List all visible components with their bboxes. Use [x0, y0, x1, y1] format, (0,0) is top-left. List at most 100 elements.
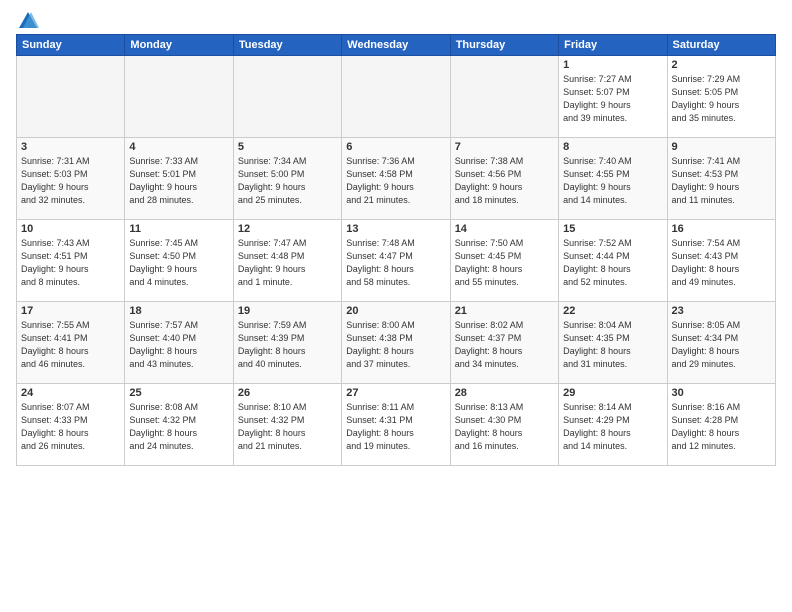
header: [16, 12, 776, 28]
calendar-cell: 6 Sunrise: 7:36 AM Sunset: 4:58 PM Daylig…: [342, 138, 450, 220]
calendar-cell: 17Sunrise: 7:55 AM Sunset: 4:41 PM Dayli…: [17, 302, 125, 384]
calendar-cell: 29 Sunrise: 8:14 AM Sunset: 4:29 PM Dayli…: [559, 384, 667, 466]
day-info: Sunrise: 7:36 AM Sunset: 4:58 PM Dayligh…: [346, 155, 445, 207]
day-info: Sunrise: 7:27 AM Sunset: 5:07 PM Dayligh…: [563, 73, 662, 125]
day-info: Sunrise: 7:31 AM Sunset: 5:03 PM Dayligh…: [21, 155, 120, 207]
day-info: Sunrise: 8:16 AM Sunset: 4:28 PM Dayligh…: [672, 401, 771, 453]
calendar-cell: [17, 56, 125, 138]
day-number: 4: [129, 141, 228, 153]
calendar-cell: 22 Sunrise: 8:04 AM Sunset: 4:35 PM Dayli…: [559, 302, 667, 384]
calendar-cell: 8 Sunrise: 7:40 AM Sunset: 4:55 PM Daylig…: [559, 138, 667, 220]
week-row-3: 10 Sunrise: 7:43 AM Sunset: 4:51 PM Dayli…: [17, 220, 776, 302]
day-number: 5: [238, 141, 337, 153]
day-info: Sunrise: 8:04 AM Sunset: 4:35 PM Dayligh…: [563, 319, 662, 371]
day-number: 14: [455, 223, 554, 235]
day-number: 2: [672, 59, 771, 71]
day-number: 22: [563, 305, 662, 317]
day-info: Sunrise: 7:40 AM Sunset: 4:55 PM Dayligh…: [563, 155, 662, 207]
day-info: Sunrise: 8:07 AM Sunset: 4:33 PM Dayligh…: [21, 401, 120, 453]
day-number: 24: [21, 387, 120, 399]
calendar-cell: 20Sunrise: 8:00 AM Sunset: 4:38 PM Dayli…: [342, 302, 450, 384]
calendar-cell: 23Sunrise: 8:05 AM Sunset: 4:34 PM Dayli…: [667, 302, 775, 384]
day-number: 20: [346, 305, 445, 317]
calendar-cell: 7 Sunrise: 7:38 AM Sunset: 4:56 PM Daylig…: [450, 138, 558, 220]
day-info: Sunrise: 7:43 AM Sunset: 4:51 PM Dayligh…: [21, 237, 120, 289]
day-number: 16: [672, 223, 771, 235]
day-info: Sunrise: 8:02 AM Sunset: 4:37 PM Dayligh…: [455, 319, 554, 371]
calendar-cell: 26Sunrise: 8:10 AM Sunset: 4:32 PM Dayli…: [233, 384, 341, 466]
day-info: Sunrise: 7:48 AM Sunset: 4:47 PM Dayligh…: [346, 237, 445, 289]
day-number: 30: [672, 387, 771, 399]
day-number: 3: [21, 141, 120, 153]
calendar-cell: 30 Sunrise: 8:16 AM Sunset: 4:28 PM Dayli…: [667, 384, 775, 466]
calendar-cell: 3 Sunrise: 7:31 AM Sunset: 5:03 PM Daylig…: [17, 138, 125, 220]
calendar-cell: 1 Sunrise: 7:27 AM Sunset: 5:07 PM Daylig…: [559, 56, 667, 138]
day-number: 17: [21, 305, 120, 317]
week-row-2: 3 Sunrise: 7:31 AM Sunset: 5:03 PM Daylig…: [17, 138, 776, 220]
day-number: 29: [563, 387, 662, 399]
col-header-tuesday: Tuesday: [233, 35, 341, 56]
day-info: Sunrise: 8:14 AM Sunset: 4:29 PM Dayligh…: [563, 401, 662, 453]
calendar-cell: 25 Sunrise: 8:08 AM Sunset: 4:32 PM Dayli…: [125, 384, 233, 466]
day-info: Sunrise: 7:52 AM Sunset: 4:44 PM Dayligh…: [563, 237, 662, 289]
day-info: Sunrise: 8:08 AM Sunset: 4:32 PM Dayligh…: [129, 401, 228, 453]
day-number: 25: [129, 387, 228, 399]
calendar-cell: [342, 56, 450, 138]
day-number: 7: [455, 141, 554, 153]
week-row-4: 17Sunrise: 7:55 AM Sunset: 4:41 PM Dayli…: [17, 302, 776, 384]
day-info: Sunrise: 7:59 AM Sunset: 4:39 PM Dayligh…: [238, 319, 337, 371]
day-number: 9: [672, 141, 771, 153]
col-header-wednesday: Wednesday: [342, 35, 450, 56]
day-info: Sunrise: 7:38 AM Sunset: 4:56 PM Dayligh…: [455, 155, 554, 207]
day-info: Sunrise: 7:29 AM Sunset: 5:05 PM Dayligh…: [672, 73, 771, 125]
day-info: Sunrise: 8:11 AM Sunset: 4:31 PM Dayligh…: [346, 401, 445, 453]
col-header-thursday: Thursday: [450, 35, 558, 56]
calendar-header-row: SundayMondayTuesdayWednesdayThursdayFrid…: [17, 35, 776, 56]
calendar-cell: 4 Sunrise: 7:33 AM Sunset: 5:01 PM Daylig…: [125, 138, 233, 220]
calendar-cell: 24 Sunrise: 8:07 AM Sunset: 4:33 PM Dayli…: [17, 384, 125, 466]
calendar-cell: [450, 56, 558, 138]
calendar-cell: 11 Sunrise: 7:45 AM Sunset: 4:50 PM Dayli…: [125, 220, 233, 302]
calendar-cell: 13 Sunrise: 7:48 AM Sunset: 4:47 PM Dayli…: [342, 220, 450, 302]
calendar-cell: 14Sunrise: 7:50 AM Sunset: 4:45 PM Dayli…: [450, 220, 558, 302]
calendar-cell: 19Sunrise: 7:59 AM Sunset: 4:39 PM Dayli…: [233, 302, 341, 384]
day-info: Sunrise: 7:45 AM Sunset: 4:50 PM Dayligh…: [129, 237, 228, 289]
day-number: 8: [563, 141, 662, 153]
calendar-cell: 2 Sunrise: 7:29 AM Sunset: 5:05 PM Daylig…: [667, 56, 775, 138]
calendar-cell: 10 Sunrise: 7:43 AM Sunset: 4:51 PM Dayli…: [17, 220, 125, 302]
calendar-cell: 15 Sunrise: 7:52 AM Sunset: 4:44 PM Dayli…: [559, 220, 667, 302]
col-header-monday: Monday: [125, 35, 233, 56]
day-info: Sunrise: 7:57 AM Sunset: 4:40 PM Dayligh…: [129, 319, 228, 371]
day-number: 13: [346, 223, 445, 235]
day-number: 26: [238, 387, 337, 399]
day-number: 27: [346, 387, 445, 399]
calendar-cell: [125, 56, 233, 138]
calendar-cell: 5 Sunrise: 7:34 AM Sunset: 5:00 PM Daylig…: [233, 138, 341, 220]
day-number: 10: [21, 223, 120, 235]
day-number: 21: [455, 305, 554, 317]
day-number: 23: [672, 305, 771, 317]
logo-icon: [17, 10, 39, 32]
calendar-cell: 18 Sunrise: 7:57 AM Sunset: 4:40 PM Dayli…: [125, 302, 233, 384]
day-info: Sunrise: 7:41 AM Sunset: 4:53 PM Dayligh…: [672, 155, 771, 207]
day-number: 12: [238, 223, 337, 235]
day-number: 1: [563, 59, 662, 71]
calendar-table: SundayMondayTuesdayWednesdayThursdayFrid…: [16, 34, 776, 466]
col-header-sunday: Sunday: [17, 35, 125, 56]
day-info: Sunrise: 7:34 AM Sunset: 5:00 PM Dayligh…: [238, 155, 337, 207]
day-info: Sunrise: 8:13 AM Sunset: 4:30 PM Dayligh…: [455, 401, 554, 453]
calendar-cell: 12 Sunrise: 7:47 AM Sunset: 4:48 PM Dayli…: [233, 220, 341, 302]
day-info: Sunrise: 7:33 AM Sunset: 5:01 PM Dayligh…: [129, 155, 228, 207]
calendar-cell: 16Sunrise: 7:54 AM Sunset: 4:43 PM Dayli…: [667, 220, 775, 302]
day-number: 15: [563, 223, 662, 235]
calendar-cell: [233, 56, 341, 138]
calendar-cell: 21 Sunrise: 8:02 AM Sunset: 4:37 PM Dayli…: [450, 302, 558, 384]
col-header-friday: Friday: [559, 35, 667, 56]
calendar-cell: 9 Sunrise: 7:41 AM Sunset: 4:53 PM Daylig…: [667, 138, 775, 220]
day-number: 28: [455, 387, 554, 399]
day-number: 6: [346, 141, 445, 153]
day-info: Sunrise: 7:47 AM Sunset: 4:48 PM Dayligh…: [238, 237, 337, 289]
day-number: 11: [129, 223, 228, 235]
day-number: 18: [129, 305, 228, 317]
calendar-cell: 27 Sunrise: 8:11 AM Sunset: 4:31 PM Dayli…: [342, 384, 450, 466]
